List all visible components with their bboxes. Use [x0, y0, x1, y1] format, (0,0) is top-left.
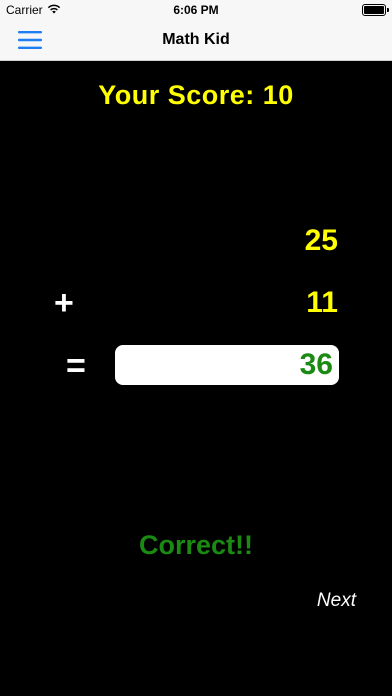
- math-kid-screen: Carrier 6:06 PM Math Kid Your Score: 10: [0, 0, 392, 696]
- second-operand: 11: [306, 286, 338, 319]
- status-bar: Carrier 6:06 PM: [0, 0, 392, 20]
- score-label: Your Score: 10: [98, 80, 294, 110]
- feedback-message: Correct!!: [138, 530, 253, 560]
- battery-icon: [362, 4, 389, 16]
- equals-sign: =: [66, 347, 86, 385]
- nav-title: Math Kid: [162, 31, 230, 48]
- plus-operator: +: [54, 284, 74, 322]
- next-button[interactable]: Next: [317, 590, 356, 612]
- navigation-bar: Math Kid: [0, 20, 392, 61]
- first-operand: 25: [304, 224, 338, 257]
- status-time: 6:06 PM: [173, 3, 219, 17]
- status-right: [362, 4, 389, 16]
- answer-input[interactable]: [115, 345, 339, 385]
